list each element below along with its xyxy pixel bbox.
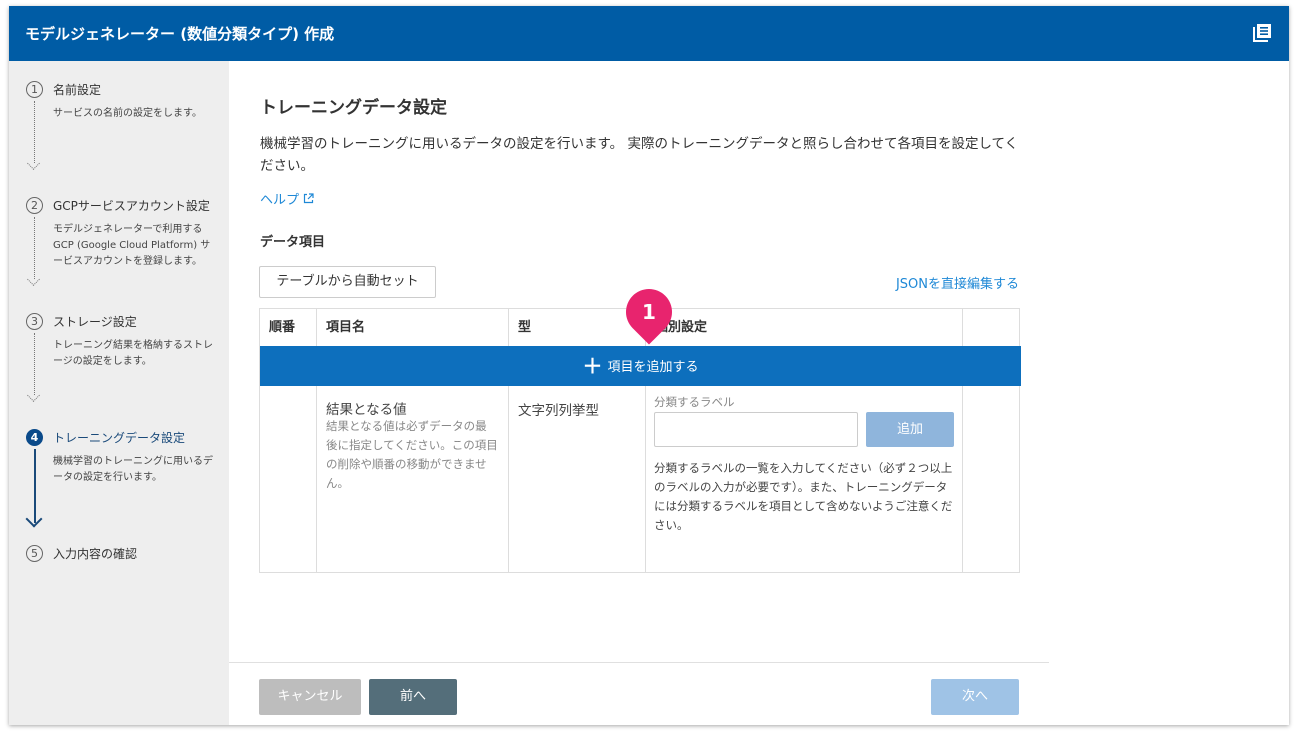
step-sidebar: 1 名前設定 サービスの名前の設定をします。 2 GCPサービスアカウント設定 … bbox=[9, 61, 229, 725]
step-number: 5 bbox=[26, 545, 43, 562]
chevron-down-icon bbox=[27, 389, 40, 402]
step-description: サービスの名前の設定をします。 bbox=[53, 108, 202, 119]
step-number: 1 bbox=[26, 81, 43, 98]
title-bar: モデルジェネレーター (数値分類タイプ) 作成 bbox=[9, 6, 1289, 61]
page-description: 機械学習のトレーニングに用いるデータの設定を行います。 実際のトレーニングデータ… bbox=[260, 136, 1019, 174]
classification-label-input[interactable] bbox=[654, 412, 858, 447]
label-help-text: 分類するラベルの一覧を入力してください（必ず２つ以上のラベルの入力が必要です）。… bbox=[654, 461, 953, 532]
step-description: トレーニング結果を格納するストレージの設定をします。 bbox=[53, 340, 213, 367]
step-connector bbox=[34, 101, 35, 163]
step-description: モデルジェネレーターで利用するGCP (Google Cloud Platfor… bbox=[53, 224, 211, 267]
column-header-individual-settings: 個別設定 bbox=[655, 320, 708, 335]
item-name-title: 結果となる値 bbox=[326, 402, 407, 418]
help-link[interactable]: ヘルプ bbox=[260, 189, 314, 208]
step-title: 名前設定 bbox=[53, 83, 102, 97]
add-label-button[interactable]: 追加 bbox=[866, 412, 954, 447]
step-title: トレーニングデータ設定 bbox=[53, 431, 186, 445]
next-button[interactable]: 次へ bbox=[931, 679, 1019, 715]
callout-number: 1 bbox=[642, 300, 656, 324]
item-name-description: 結果となる値は必ずデータの最後に指定してください。この項目の削除や順番の移動がで… bbox=[326, 419, 498, 490]
dialog-window: モデルジェネレーター (数値分類タイプ) 作成 1 名前設定 サービスの名前の設… bbox=[9, 6, 1289, 725]
arrow-down-icon bbox=[25, 510, 43, 528]
add-item-button[interactable]: ＋ 項目を追加する bbox=[260, 346, 1021, 386]
column-header-actions bbox=[963, 309, 1019, 346]
label-field-caption: 分類するラベル bbox=[654, 395, 735, 409]
help-link-label: ヘルプ bbox=[260, 193, 300, 208]
step-title: ストレージ設定 bbox=[53, 315, 137, 329]
page-title: トレーニングデータ設定 bbox=[260, 98, 447, 118]
plus-icon: ＋ bbox=[582, 354, 603, 378]
data-items-table: 順番 項目名 型 個別設定 ＋項目を追加する 結果となる値 結果となる値は必ずデ… bbox=[259, 308, 1021, 573]
auto-set-from-table-button[interactable]: テーブルから自動セット bbox=[259, 266, 436, 298]
section-title: データ項目 bbox=[260, 235, 326, 250]
footer-divider bbox=[229, 662, 1049, 663]
column-header-item-name: 項目名 bbox=[326, 320, 366, 335]
edit-json-link[interactable]: JSONを直接編集する bbox=[896, 273, 1019, 292]
previous-button[interactable]: 前へ bbox=[369, 679, 457, 715]
item-type-value: 文字列列挙型 bbox=[518, 403, 599, 419]
step-number: 2 bbox=[26, 197, 43, 214]
step-connector bbox=[34, 333, 35, 395]
step-number: 3 bbox=[26, 313, 43, 330]
step-number: 4 bbox=[26, 429, 43, 446]
window-title: モデルジェネレーター (数値分類タイプ) 作成 bbox=[25, 25, 335, 43]
add-item-label: 項目を追加する bbox=[607, 360, 699, 375]
external-link-icon bbox=[304, 193, 314, 204]
column-header-order: 順番 bbox=[269, 320, 296, 335]
step-connector bbox=[34, 217, 35, 279]
step-title: GCPサービスアカウント設定 bbox=[53, 199, 210, 213]
main-content: トレーニングデータ設定 機械学習のトレーニングに用いるデータの設定を行います。 … bbox=[229, 61, 1289, 725]
chevron-down-icon bbox=[27, 157, 40, 170]
cancel-button[interactable]: キャンセル bbox=[259, 679, 361, 715]
step-title: 入力内容の確認 bbox=[53, 547, 138, 561]
step-description: 機械学習のトレーニングに用いるデータの設定を行います。 bbox=[53, 456, 213, 483]
documents-icon[interactable] bbox=[1252, 23, 1272, 43]
chevron-down-icon bbox=[27, 273, 40, 286]
